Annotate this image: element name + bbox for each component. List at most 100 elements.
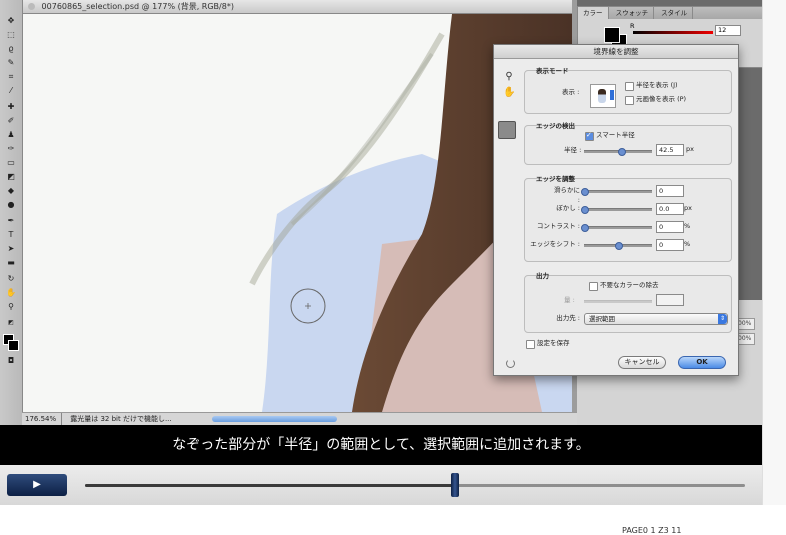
adjust-edge-heading: エッジを調整 (536, 175, 575, 183)
video-stage: 00760865_selection.psd @ 177% (背景, RGB/8… (0, 0, 762, 425)
view-mode-dropdown-icon[interactable] (610, 90, 614, 100)
show-original-checkbox[interactable] (625, 96, 634, 105)
contrast-slider[interactable] (581, 224, 652, 232)
quick-select-tool-icon[interactable]: ✎ (5, 58, 17, 68)
lasso-tool-icon[interactable]: ϱ (5, 44, 17, 54)
tab-swatches[interactable]: スウォッチ (611, 7, 655, 19)
close-icon[interactable] (28, 3, 35, 10)
show-radius-checkbox[interactable] (625, 82, 634, 91)
shift-edge-slider-knob[interactable] (615, 242, 623, 250)
smart-radius-label: スマート半径 (596, 131, 635, 139)
hand-icon[interactable]: ✋ (503, 87, 515, 99)
r-channel-label: R (630, 22, 635, 30)
decontaminate-label: 不要なカラーの除去 (600, 281, 659, 289)
feather-slider[interactable] (581, 206, 652, 214)
move-tool-icon[interactable]: ✥ (5, 16, 17, 26)
fill-field[interactable]: 00% (737, 333, 755, 345)
stamp-tool-icon[interactable]: ♟ (5, 130, 17, 140)
color-panel-tabs: カラー スウォッチ スタイル (578, 7, 762, 19)
pen-tool-icon[interactable]: ✒ (5, 216, 17, 226)
background-color-swatch[interactable] (8, 340, 19, 351)
shift-edge-label: エッジをシフト : (530, 240, 580, 248)
radius-slider-knob[interactable] (617, 148, 626, 156)
tab-styles[interactable]: スタイル (656, 7, 694, 19)
document-title: 00760865_selection.psd @ 177% (背景, RGB/8… (41, 2, 234, 11)
view-mode-group (524, 70, 732, 114)
marquee-tool-icon[interactable]: ⬚ (5, 30, 17, 40)
feather-slider-knob[interactable] (581, 206, 589, 214)
edge-detection-heading: エッジの検出 (536, 122, 575, 130)
feather-unit: px (684, 204, 692, 212)
amount-label: 量 : (564, 296, 575, 304)
zoom-tool-icon[interactable]: ⚲ (5, 302, 17, 312)
zoom-level[interactable]: 176.54% (22, 413, 62, 425)
shift-edge-unit: % (684, 240, 691, 248)
shift-edge-slider[interactable] (584, 242, 652, 250)
amount-field[interactable] (656, 294, 684, 306)
radius-unit: px (686, 145, 694, 153)
shape-tool-icon[interactable]: ▬ (5, 258, 17, 268)
select-arrows-icon: ⇕ (718, 314, 727, 324)
remember-settings-checkbox[interactable] (526, 340, 535, 349)
dodge-tool-icon[interactable]: ● (5, 200, 17, 210)
output-to-value: 選択範囲 (589, 315, 615, 323)
refine-edge-dialog: 境界線を調整 ⚲ ✋ 表示モード 表示 : 半径を表示 (J) 元画像を表示 (… (493, 44, 739, 376)
contrast-field[interactable]: 0 (656, 221, 684, 233)
amount-slider[interactable] (584, 300, 652, 303)
seek-bar-thumb[interactable] (450, 473, 459, 497)
blur-tool-icon[interactable]: ◆ (5, 186, 17, 196)
zoom-icon[interactable]: ⚲ (503, 71, 515, 83)
contrast-slider-knob[interactable] (581, 224, 589, 232)
video-frame: 00760865_selection.psd @ 177% (背景, RGB/8… (0, 0, 786, 535)
radius-slider[interactable] (584, 148, 652, 156)
contrast-unit: % (684, 222, 691, 230)
status-bar: 176.54% 露光量は 32 bit だけで機能し... (22, 412, 577, 425)
shift-edge-field[interactable]: 0 (656, 239, 684, 251)
document-info[interactable]: 露光量は 32 bit だけで機能し... (70, 413, 171, 425)
refine-radius-tool-button[interactable] (498, 121, 516, 139)
panel-fg-swatch[interactable] (604, 27, 620, 43)
quick-mask-icon[interactable]: ◘ (5, 356, 17, 366)
gradient-tool-icon[interactable]: ◩ (5, 172, 17, 182)
show-original-label: 元画像を表示 (P) (636, 95, 687, 103)
r-channel-value[interactable]: 12 (715, 25, 741, 36)
ok-button[interactable]: OK (678, 356, 726, 369)
opacity-field[interactable]: 00% (737, 318, 755, 330)
photo-illustration (22, 14, 572, 412)
history-brush-tool-icon[interactable]: ✑ (5, 144, 17, 154)
healing-tool-icon[interactable]: ✚ (5, 102, 17, 112)
smooth-field[interactable]: 0 (656, 185, 684, 197)
hand-tool-icon[interactable]: ✋ (5, 288, 17, 298)
smart-radius-checkbox[interactable] (585, 131, 594, 141)
radius-field[interactable]: 42.5 (656, 144, 684, 156)
tab-color[interactable]: カラー (578, 7, 609, 19)
contrast-label: コントラスト : (536, 222, 580, 230)
eyedropper-tool-icon[interactable]: ⁄ (5, 86, 17, 96)
r-channel-slider[interactable] (633, 31, 713, 34)
crop-tool-icon[interactable]: ⌗ (5, 72, 17, 82)
view-label: 表示 : (562, 88, 580, 96)
seek-bar[interactable] (85, 473, 745, 497)
subtitle-caption: なぞった部分が「半径」の範囲として、選択範囲に追加されます。 (0, 425, 762, 465)
remember-settings-label: 設定を保存 (537, 339, 570, 347)
feather-label: ぼかし : (556, 204, 580, 212)
decontaminate-checkbox[interactable] (589, 282, 598, 291)
play-button[interactable]: ▶ (7, 474, 67, 496)
3d-rotate-tool-icon[interactable]: ↻ (5, 274, 17, 284)
radius-label: 半径 : (564, 146, 582, 154)
progress-spinner-icon (506, 359, 515, 368)
image-canvas[interactable] (22, 14, 572, 412)
document-tab[interactable]: 00760865_selection.psd @ 177% (背景, RGB/8… (22, 0, 572, 14)
type-tool-icon[interactable]: T (5, 230, 17, 240)
output-heading: 出力 (536, 272, 549, 280)
cancel-button[interactable]: キャンセル (618, 356, 666, 369)
brush-tool-icon[interactable]: ✐ (5, 116, 17, 126)
feather-field[interactable]: 0.0 (656, 203, 684, 215)
default-colors-icon[interactable]: ◩ (5, 318, 17, 328)
eraser-tool-icon[interactable]: ▭ (5, 158, 17, 168)
smooth-slider-knob[interactable] (581, 188, 589, 196)
smooth-slider[interactable] (581, 188, 652, 196)
path-select-tool-icon[interactable]: ➤ (5, 244, 17, 254)
output-to-select[interactable]: 選択範囲 ⇕ (584, 313, 728, 325)
horizontal-scroll-thumb[interactable] (212, 416, 337, 422)
